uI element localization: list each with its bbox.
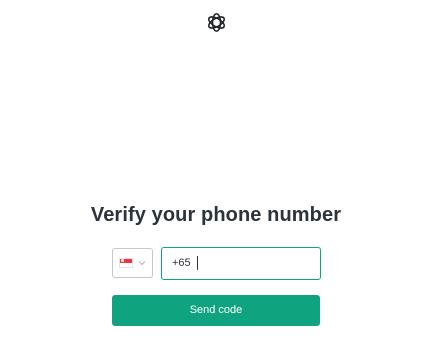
send-code-button[interactable]: Send code <box>112 295 320 326</box>
phone-number-input[interactable]: +65 <box>161 247 321 280</box>
chevron-down-icon <box>137 258 147 268</box>
phone-input-value: +65 <box>172 257 191 269</box>
verify-phone-page: Verify your phone number +65 Send code <box>0 0 437 352</box>
page-title: Verify your phone number <box>90 204 342 226</box>
text-caret <box>197 256 198 270</box>
country-code-select[interactable] <box>112 248 153 278</box>
singapore-flag-icon <box>119 258 133 268</box>
openai-logo-icon <box>205 11 228 34</box>
